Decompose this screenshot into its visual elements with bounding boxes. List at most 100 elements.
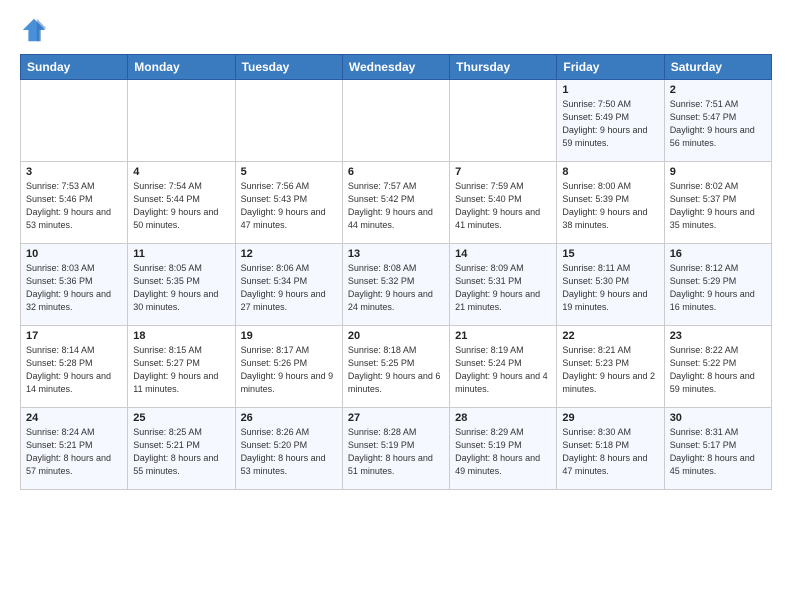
day-number: 7 xyxy=(455,166,551,178)
calendar-header: SundayMondayTuesdayWednesdayThursdayFrid… xyxy=(21,55,772,80)
day-info: Sunrise: 8:09 AM Sunset: 5:31 PM Dayligh… xyxy=(455,262,551,314)
day-info: Sunrise: 8:22 AM Sunset: 5:22 PM Dayligh… xyxy=(670,344,766,396)
logo-icon xyxy=(20,16,48,44)
day-info: Sunrise: 8:06 AM Sunset: 5:34 PM Dayligh… xyxy=(241,262,337,314)
day-info: Sunrise: 8:08 AM Sunset: 5:32 PM Dayligh… xyxy=(348,262,444,314)
day-cell: 13 Sunrise: 8:08 AM Sunset: 5:32 PM Dayli… xyxy=(342,244,449,326)
day-cell: 16 Sunrise: 8:12 AM Sunset: 5:29 PM Dayli… xyxy=(664,244,771,326)
day-info: Sunrise: 7:53 AM Sunset: 5:46 PM Dayligh… xyxy=(26,180,122,232)
day-number: 18 xyxy=(133,330,229,342)
day-number: 9 xyxy=(670,166,766,178)
header-cell-tuesday: Tuesday xyxy=(235,55,342,80)
day-cell: 27 Sunrise: 8:28 AM Sunset: 5:19 PM Dayli… xyxy=(342,408,449,490)
week-row-5: 24 Sunrise: 8:24 AM Sunset: 5:21 PM Dayli… xyxy=(21,408,772,490)
day-number: 15 xyxy=(562,248,658,260)
day-cell: 4 Sunrise: 7:54 AM Sunset: 5:44 PM Daylig… xyxy=(128,162,235,244)
day-info: Sunrise: 8:25 AM Sunset: 5:21 PM Dayligh… xyxy=(133,426,229,478)
day-info: Sunrise: 8:00 AM Sunset: 5:39 PM Dayligh… xyxy=(562,180,658,232)
header-cell-monday: Monday xyxy=(128,55,235,80)
day-cell: 29 Sunrise: 8:30 AM Sunset: 5:18 PM Dayli… xyxy=(557,408,664,490)
day-info: Sunrise: 7:54 AM Sunset: 5:44 PM Dayligh… xyxy=(133,180,229,232)
day-cell xyxy=(235,80,342,162)
day-info: Sunrise: 7:51 AM Sunset: 5:47 PM Dayligh… xyxy=(670,98,766,150)
day-info: Sunrise: 8:15 AM Sunset: 5:27 PM Dayligh… xyxy=(133,344,229,396)
day-cell: 15 Sunrise: 8:11 AM Sunset: 5:30 PM Dayli… xyxy=(557,244,664,326)
day-cell: 24 Sunrise: 8:24 AM Sunset: 5:21 PM Dayli… xyxy=(21,408,128,490)
day-number: 23 xyxy=(670,330,766,342)
header-cell-thursday: Thursday xyxy=(450,55,557,80)
header-row: SundayMondayTuesdayWednesdayThursdayFrid… xyxy=(21,55,772,80)
day-number: 20 xyxy=(348,330,444,342)
day-info: Sunrise: 8:31 AM Sunset: 5:17 PM Dayligh… xyxy=(670,426,766,478)
day-cell: 26 Sunrise: 8:26 AM Sunset: 5:20 PM Dayli… xyxy=(235,408,342,490)
day-number: 6 xyxy=(348,166,444,178)
day-number: 16 xyxy=(670,248,766,260)
day-cell: 7 Sunrise: 7:59 AM Sunset: 5:40 PM Daylig… xyxy=(450,162,557,244)
week-row-1: 1 Sunrise: 7:50 AM Sunset: 5:49 PM Daylig… xyxy=(21,80,772,162)
day-info: Sunrise: 8:18 AM Sunset: 5:25 PM Dayligh… xyxy=(348,344,444,396)
day-cell: 28Sunrise: 8:29 AM Sunset: 5:19 PM Dayli… xyxy=(450,408,557,490)
day-cell: 3Sunrise: 7:53 AM Sunset: 5:46 PM Daylig… xyxy=(21,162,128,244)
day-number: 2 xyxy=(670,84,766,96)
day-info: Sunrise: 8:26 AM Sunset: 5:20 PM Dayligh… xyxy=(241,426,337,478)
day-cell: 30Sunrise: 8:31 AM Sunset: 5:17 PM Dayli… xyxy=(664,408,771,490)
day-number: 28 xyxy=(455,412,551,424)
day-number: 12 xyxy=(241,248,337,260)
day-cell: 1 Sunrise: 7:50 AM Sunset: 5:49 PM Daylig… xyxy=(557,80,664,162)
logo xyxy=(20,16,52,44)
day-cell: 8 Sunrise: 8:00 AM Sunset: 5:39 PM Daylig… xyxy=(557,162,664,244)
day-cell xyxy=(128,80,235,162)
day-number: 1 xyxy=(562,84,658,96)
day-info: Sunrise: 8:14 AM Sunset: 5:28 PM Dayligh… xyxy=(26,344,122,396)
day-number: 26 xyxy=(241,412,337,424)
day-cell: 14Sunrise: 8:09 AM Sunset: 5:31 PM Dayli… xyxy=(450,244,557,326)
day-info: Sunrise: 8:03 AM Sunset: 5:36 PM Dayligh… xyxy=(26,262,122,314)
day-number: 5 xyxy=(241,166,337,178)
day-cell: 10 Sunrise: 8:03 AM Sunset: 5:36 PM Dayli… xyxy=(21,244,128,326)
day-info: Sunrise: 8:24 AM Sunset: 5:21 PM Dayligh… xyxy=(26,426,122,478)
day-info: Sunrise: 8:28 AM Sunset: 5:19 PM Dayligh… xyxy=(348,426,444,478)
day-cell xyxy=(21,80,128,162)
day-cell: 19 Sunrise: 8:17 AM Sunset: 5:26 PM Dayli… xyxy=(235,326,342,408)
day-info: Sunrise: 8:21 AM Sunset: 5:23 PM Dayligh… xyxy=(562,344,658,396)
day-info: Sunrise: 7:59 AM Sunset: 5:40 PM Dayligh… xyxy=(455,180,551,232)
day-number: 27 xyxy=(348,412,444,424)
day-cell: 17 Sunrise: 8:14 AM Sunset: 5:28 PM Dayli… xyxy=(21,326,128,408)
day-cell: 21Sunrise: 8:19 AM Sunset: 5:24 PM Dayli… xyxy=(450,326,557,408)
day-info: Sunrise: 8:05 AM Sunset: 5:35 PM Dayligh… xyxy=(133,262,229,314)
day-info: Sunrise: 8:11 AM Sunset: 5:30 PM Dayligh… xyxy=(562,262,658,314)
header-cell-saturday: Saturday xyxy=(664,55,771,80)
week-row-3: 10 Sunrise: 8:03 AM Sunset: 5:36 PM Dayli… xyxy=(21,244,772,326)
day-info: Sunrise: 7:57 AM Sunset: 5:42 PM Dayligh… xyxy=(348,180,444,232)
day-cell: 23 Sunrise: 8:22 AM Sunset: 5:22 PM Dayli… xyxy=(664,326,771,408)
week-row-2: 3Sunrise: 7:53 AM Sunset: 5:46 PM Daylig… xyxy=(21,162,772,244)
day-info: Sunrise: 8:02 AM Sunset: 5:37 PM Dayligh… xyxy=(670,180,766,232)
day-info: Sunrise: 8:30 AM Sunset: 5:18 PM Dayligh… xyxy=(562,426,658,478)
day-cell xyxy=(342,80,449,162)
page: SundayMondayTuesdayWednesdayThursdayFrid… xyxy=(0,0,792,500)
day-number: 10 xyxy=(26,248,122,260)
day-cell: 2 Sunrise: 7:51 AM Sunset: 5:47 PM Daylig… xyxy=(664,80,771,162)
day-cell xyxy=(450,80,557,162)
day-number: 29 xyxy=(562,412,658,424)
header xyxy=(20,16,772,44)
day-cell: 18 Sunrise: 8:15 AM Sunset: 5:27 PM Dayli… xyxy=(128,326,235,408)
day-number: 19 xyxy=(241,330,337,342)
day-number: 13 xyxy=(348,248,444,260)
day-cell: 22Sunrise: 8:21 AM Sunset: 5:23 PM Dayli… xyxy=(557,326,664,408)
day-number: 25 xyxy=(133,412,229,424)
day-number: 4 xyxy=(133,166,229,178)
day-number: 21 xyxy=(455,330,551,342)
day-number: 8 xyxy=(562,166,658,178)
day-cell: 25 Sunrise: 8:25 AM Sunset: 5:21 PM Dayli… xyxy=(128,408,235,490)
day-cell: 11Sunrise: 8:05 AM Sunset: 5:35 PM Dayli… xyxy=(128,244,235,326)
day-info: Sunrise: 8:12 AM Sunset: 5:29 PM Dayligh… xyxy=(670,262,766,314)
day-cell: 6 Sunrise: 7:57 AM Sunset: 5:42 PM Daylig… xyxy=(342,162,449,244)
day-info: Sunrise: 7:50 AM Sunset: 5:49 PM Dayligh… xyxy=(562,98,658,150)
day-info: Sunrise: 7:56 AM Sunset: 5:43 PM Dayligh… xyxy=(241,180,337,232)
day-number: 17 xyxy=(26,330,122,342)
header-cell-wednesday: Wednesday xyxy=(342,55,449,80)
day-number: 24 xyxy=(26,412,122,424)
day-info: Sunrise: 8:17 AM Sunset: 5:26 PM Dayligh… xyxy=(241,344,337,396)
day-cell: 20 Sunrise: 8:18 AM Sunset: 5:25 PM Dayli… xyxy=(342,326,449,408)
